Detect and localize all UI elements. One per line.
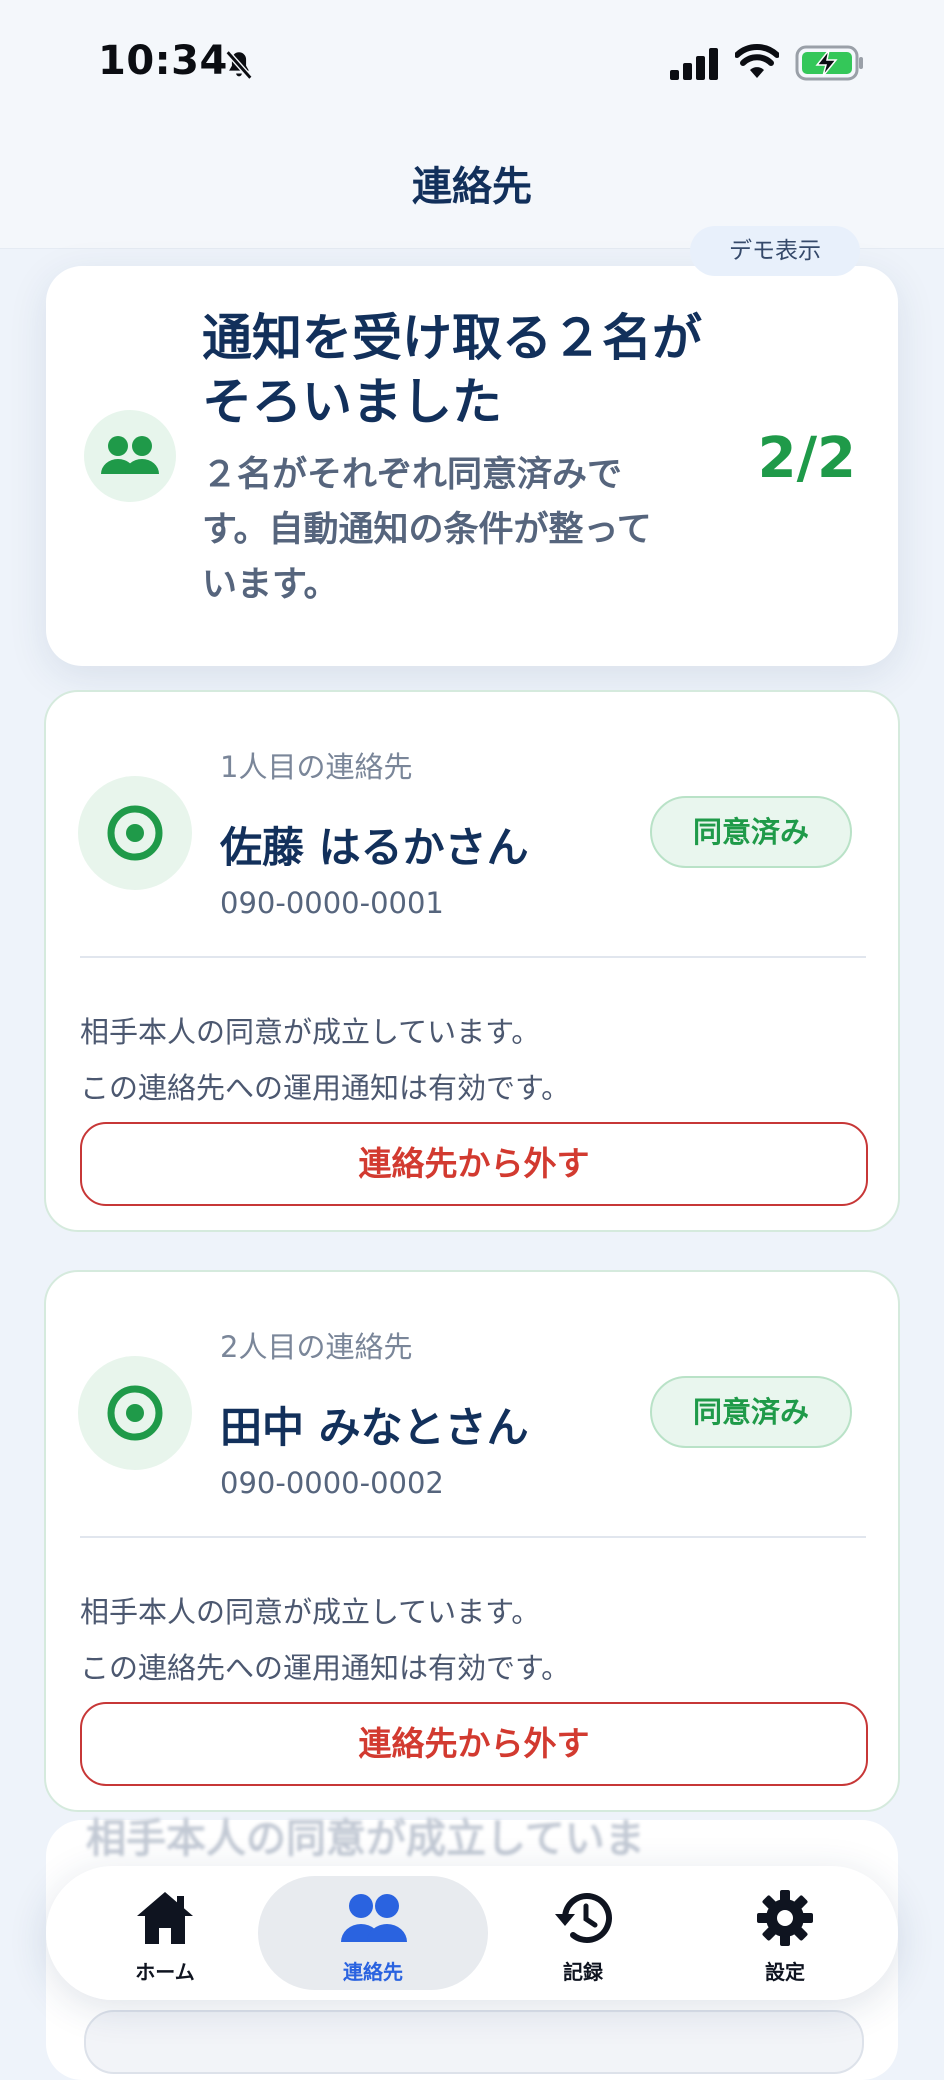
tab-label: ホーム bbox=[135, 1960, 195, 1984]
contact-card: 2人目の連絡先 田中 みなとさん 090-0000-0002 同意済み 相手本人… bbox=[44, 1270, 900, 1812]
contact-note: 相手本人の同意が成立しています。 この連絡先への運用通知は有効です。 bbox=[80, 1584, 860, 1696]
contact-note-line: この連絡先への運用通知は有効です。 bbox=[80, 1651, 571, 1685]
tab-label: 記録 bbox=[563, 1960, 603, 1984]
tab-home[interactable]: ホーム bbox=[60, 1876, 270, 1990]
remove-contact-button[interactable]: 連絡先から外す bbox=[80, 1702, 868, 1786]
summary-card: 通知を受け取る２名がそろいました ２名がそれぞれ同意済みです。自動通知の条件が整… bbox=[46, 266, 898, 666]
summary-count: 2/2 bbox=[757, 426, 856, 491]
contact-note: 相手本人の同意が成立しています。 この連絡先への運用通知は有効です。 bbox=[80, 1004, 860, 1116]
tab-label: 設定 bbox=[765, 1960, 805, 1984]
page-title: 連絡先 bbox=[412, 164, 532, 210]
wifi-icon bbox=[735, 44, 779, 78]
consent-status-badge: 同意済み bbox=[650, 1376, 852, 1448]
contact-name: 佐藤 はるかさん bbox=[220, 823, 529, 872]
background-text: 相手本人の同意が成立していま bbox=[86, 1816, 645, 1862]
contact-name: 田中 みなとさん bbox=[220, 1403, 529, 1452]
battery-charging-icon bbox=[795, 45, 863, 81]
tab-history[interactable]: 記録 bbox=[478, 1876, 688, 1990]
gear-icon bbox=[757, 1890, 813, 1946]
cellular-signal-icon bbox=[670, 48, 718, 80]
summary-description: ２名がそれぞれ同意済みです。自動通知の条件が整っています。 bbox=[202, 455, 652, 605]
tab-label: 連絡先 bbox=[343, 1960, 403, 1984]
contacts-icon bbox=[341, 1894, 407, 1942]
tab-settings[interactable]: 設定 bbox=[680, 1876, 890, 1990]
tab-contacts[interactable]: 連絡先 bbox=[258, 1876, 488, 1990]
status-bar: 10:34 bbox=[0, 0, 944, 120]
history-icon bbox=[555, 1893, 612, 1944]
contact-phone: 090-0000-0001 bbox=[220, 886, 444, 920]
contact-note-line: 相手本人の同意が成立しています。 bbox=[80, 1015, 541, 1049]
divider bbox=[80, 1536, 866, 1538]
target-icon bbox=[107, 1385, 163, 1441]
contact-avatar bbox=[78, 776, 192, 890]
divider bbox=[80, 956, 866, 958]
contact-phone: 090-0000-0002 bbox=[220, 1466, 444, 1500]
summary-title: 通知を受け取る２名がそろいました bbox=[202, 309, 702, 431]
demo-badge: デモ表示 bbox=[690, 226, 860, 276]
contact-card: 1人目の連絡先 佐藤 はるかさん 090-0000-0001 同意済み 相手本人… bbox=[44, 690, 900, 1232]
people-icon bbox=[101, 436, 159, 474]
remove-contact-button[interactable]: 連絡先から外す bbox=[80, 1122, 868, 1206]
contact-note-line: この連絡先への運用通知は有効です。 bbox=[80, 1071, 571, 1105]
home-icon bbox=[137, 1892, 193, 1944]
tab-bar: ホーム 連絡先 記録 設定 bbox=[46, 1866, 898, 2000]
target-icon bbox=[107, 805, 163, 861]
contact-order-label: 1人目の連絡先 bbox=[220, 750, 413, 784]
contact-order-label: 2人目の連絡先 bbox=[220, 1330, 413, 1364]
contact-avatar bbox=[78, 1356, 192, 1470]
status-time: 10:34 bbox=[98, 38, 228, 84]
contact-note-line: 相手本人の同意が成立しています。 bbox=[80, 1595, 541, 1629]
bell-off-icon bbox=[225, 50, 253, 80]
consent-status-badge: 同意済み bbox=[650, 796, 852, 868]
background-card bbox=[84, 2010, 864, 2074]
summary-icon-circle bbox=[84, 410, 176, 502]
